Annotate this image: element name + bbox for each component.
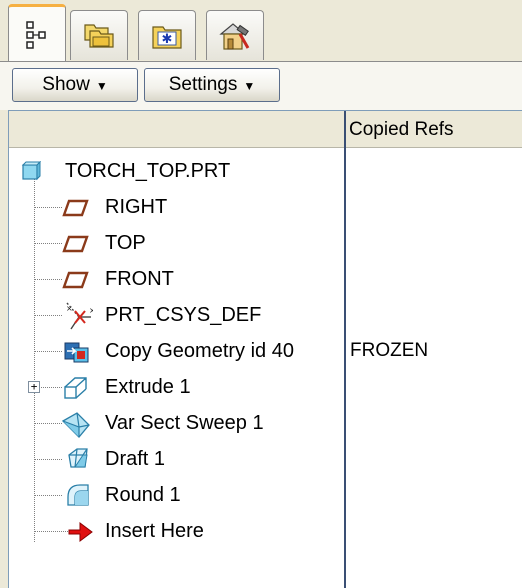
show-button-label: Show xyxy=(42,74,90,95)
copy-geometry-icon xyxy=(63,339,89,365)
copied-refs-cell: FROZEN xyxy=(350,340,429,361)
tree-item-right[interactable]: RIGHT xyxy=(9,189,344,225)
part-icon xyxy=(21,160,42,181)
show-dropdown-button[interactable]: Show ▼ xyxy=(12,68,138,102)
datum-plane-icon xyxy=(61,231,89,257)
tree-connector xyxy=(34,279,62,280)
tree-item-prt-csys-def[interactable]: × × PRT_CSYS_DEF xyxy=(9,297,344,333)
tree-item-extrude[interactable]: + Extrude 1 xyxy=(9,369,344,405)
extrude-icon xyxy=(63,375,89,401)
svg-text:×: × xyxy=(66,304,73,313)
tree-item-label: Insert Here xyxy=(105,520,204,542)
tree-connector xyxy=(34,495,62,496)
tree-item-round[interactable]: Round 1 xyxy=(9,477,344,513)
tree-item-front[interactable]: FRONT xyxy=(9,261,344,297)
settings-dropdown-button[interactable]: Settings ▼ xyxy=(144,68,280,102)
tab-strip: ✱ xyxy=(0,0,522,62)
settings-button-label: Settings xyxy=(168,74,238,95)
tree-item-top[interactable]: TOP xyxy=(9,225,344,261)
column-divider[interactable] xyxy=(344,111,346,588)
tree-column-header[interactable] xyxy=(9,111,345,147)
copied-refs-column-header[interactable]: Copied Refs xyxy=(345,111,454,147)
tree-item-label: RIGHT xyxy=(105,196,168,218)
chevron-down-icon: ▼ xyxy=(243,79,256,93)
favorites-folder-icon: ✱ xyxy=(151,21,183,51)
tree-connector xyxy=(34,315,62,316)
tree-item-insert-here[interactable]: Insert Here xyxy=(9,513,344,549)
tree-header: Copied Refs xyxy=(9,111,522,148)
tab-favorites[interactable]: ✱ xyxy=(138,10,196,60)
folder-browser-icon xyxy=(82,20,116,52)
sweep-icon xyxy=(61,411,93,438)
round-icon xyxy=(65,483,91,509)
tab-folder-browser[interactable] xyxy=(70,10,128,60)
insert-arrow-icon[interactable] xyxy=(67,519,93,545)
datum-plane-icon xyxy=(61,195,89,221)
coordinate-system-icon: × × xyxy=(63,301,96,331)
tree-item-draft[interactable]: Draft 1 xyxy=(9,441,344,477)
chevron-down-icon: ▼ xyxy=(95,79,108,93)
tree-connector xyxy=(34,531,68,532)
tree-item-label: Var Sect Sweep 1 xyxy=(105,412,264,434)
tree-root-label: TORCH_TOP.PRT xyxy=(65,160,231,182)
svg-text:✱: ✱ xyxy=(162,32,173,47)
tree-item-label: Copy Geometry id 40 xyxy=(105,340,294,362)
tree-item-label: PRT_CSYS_DEF xyxy=(105,304,262,326)
tools-hammer-icon xyxy=(218,20,252,52)
tree-item-label: Extrude 1 xyxy=(105,376,191,398)
tree-root-item[interactable]: TORCH_TOP.PRT xyxy=(9,153,344,189)
draft-icon xyxy=(65,447,91,473)
tree-connector xyxy=(34,351,62,352)
navigator-toolbar: Show ▼ Settings ▼ xyxy=(0,62,522,110)
tree-connector xyxy=(34,423,62,424)
tree-item-label: Round 1 xyxy=(105,484,181,506)
datum-plane-icon xyxy=(61,267,89,293)
tree-item-label: FRONT xyxy=(105,268,174,290)
tree-item-label: TOP xyxy=(105,232,146,254)
tab-model-tree[interactable] xyxy=(8,4,66,62)
tree-connector xyxy=(34,207,62,208)
expand-plus-icon[interactable]: + xyxy=(28,381,40,393)
model-tree: TORCH_TOP.PRT RIGHT TOP FRONT × PRT_CSYS… xyxy=(9,147,344,588)
tree-connector xyxy=(34,243,62,244)
model-tree-icon xyxy=(23,20,51,50)
model-tree-panel: Copied Refs TORCH_TOP.PRT RIGHT TOP FRON… xyxy=(8,110,522,588)
tree-connector xyxy=(34,459,62,460)
svg-text:×: × xyxy=(89,306,93,315)
tree-item-copy-geometry[interactable]: Copy Geometry id 40 xyxy=(9,333,344,369)
tree-item-label: Draft 1 xyxy=(105,448,166,470)
tree-item-var-sect-sweep[interactable]: Var Sect Sweep 1 xyxy=(9,405,344,441)
tab-tools[interactable] xyxy=(206,10,264,60)
